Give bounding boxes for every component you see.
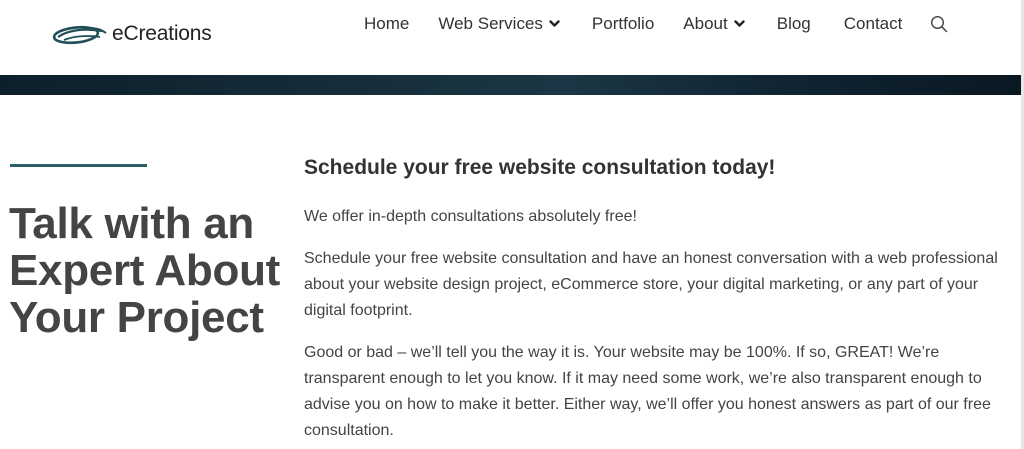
content-paragraph: Good or bad – we’ll tell you the way it …	[304, 344, 991, 439]
nav-item-label: Contact	[843, 14, 903, 33]
site-header: eCreations Home Web Services Portfolio A…	[0, 0, 1024, 76]
nav-item-about[interactable]: About	[683, 14, 745, 34]
brand-name: eCreations	[112, 22, 212, 45]
nav-item-home[interactable]: Home	[364, 14, 409, 34]
chevron-down-icon	[734, 20, 745, 27]
content-paragraph: Schedule your free website consultation …	[304, 250, 998, 319]
consultation-content: Schedule your free website consultation …	[304, 154, 1014, 449]
nav-item-label: About	[683, 14, 728, 33]
content-paragraph: We offer in-depth consultations absolute…	[304, 208, 637, 225]
chevron-down-icon	[549, 20, 560, 27]
content-heading: Schedule your free website consultation …	[304, 156, 776, 179]
nav-item-label: Web Services	[438, 14, 543, 33]
nav-item-label: Home	[364, 14, 410, 33]
nav-item-contact[interactable]: Contact	[844, 14, 903, 34]
hero-title: Talk with an Expert About Your Project	[9, 199, 280, 342]
nav-item-label: Portfolio	[591, 14, 655, 33]
site-logo[interactable]: eCreations	[50, 22, 212, 46]
nav-item-web-services[interactable]: Web Services	[438, 14, 560, 34]
accent-divider	[10, 164, 147, 167]
header-banner-strip	[0, 75, 1024, 95]
search-button[interactable]	[930, 15, 948, 33]
nav-item-label: Blog	[776, 14, 811, 33]
nav-item-blog[interactable]: Blog	[777, 14, 811, 34]
page: eCreations Home Web Services Portfolio A…	[0, 0, 1024, 449]
search-icon	[931, 15, 948, 33]
nav-item-portfolio[interactable]: Portfolio	[592, 14, 654, 34]
ecreations-logo-mark-icon	[52, 25, 107, 45]
main-nav: Home Web Services Portfolio About Blog C…	[364, 13, 948, 35]
